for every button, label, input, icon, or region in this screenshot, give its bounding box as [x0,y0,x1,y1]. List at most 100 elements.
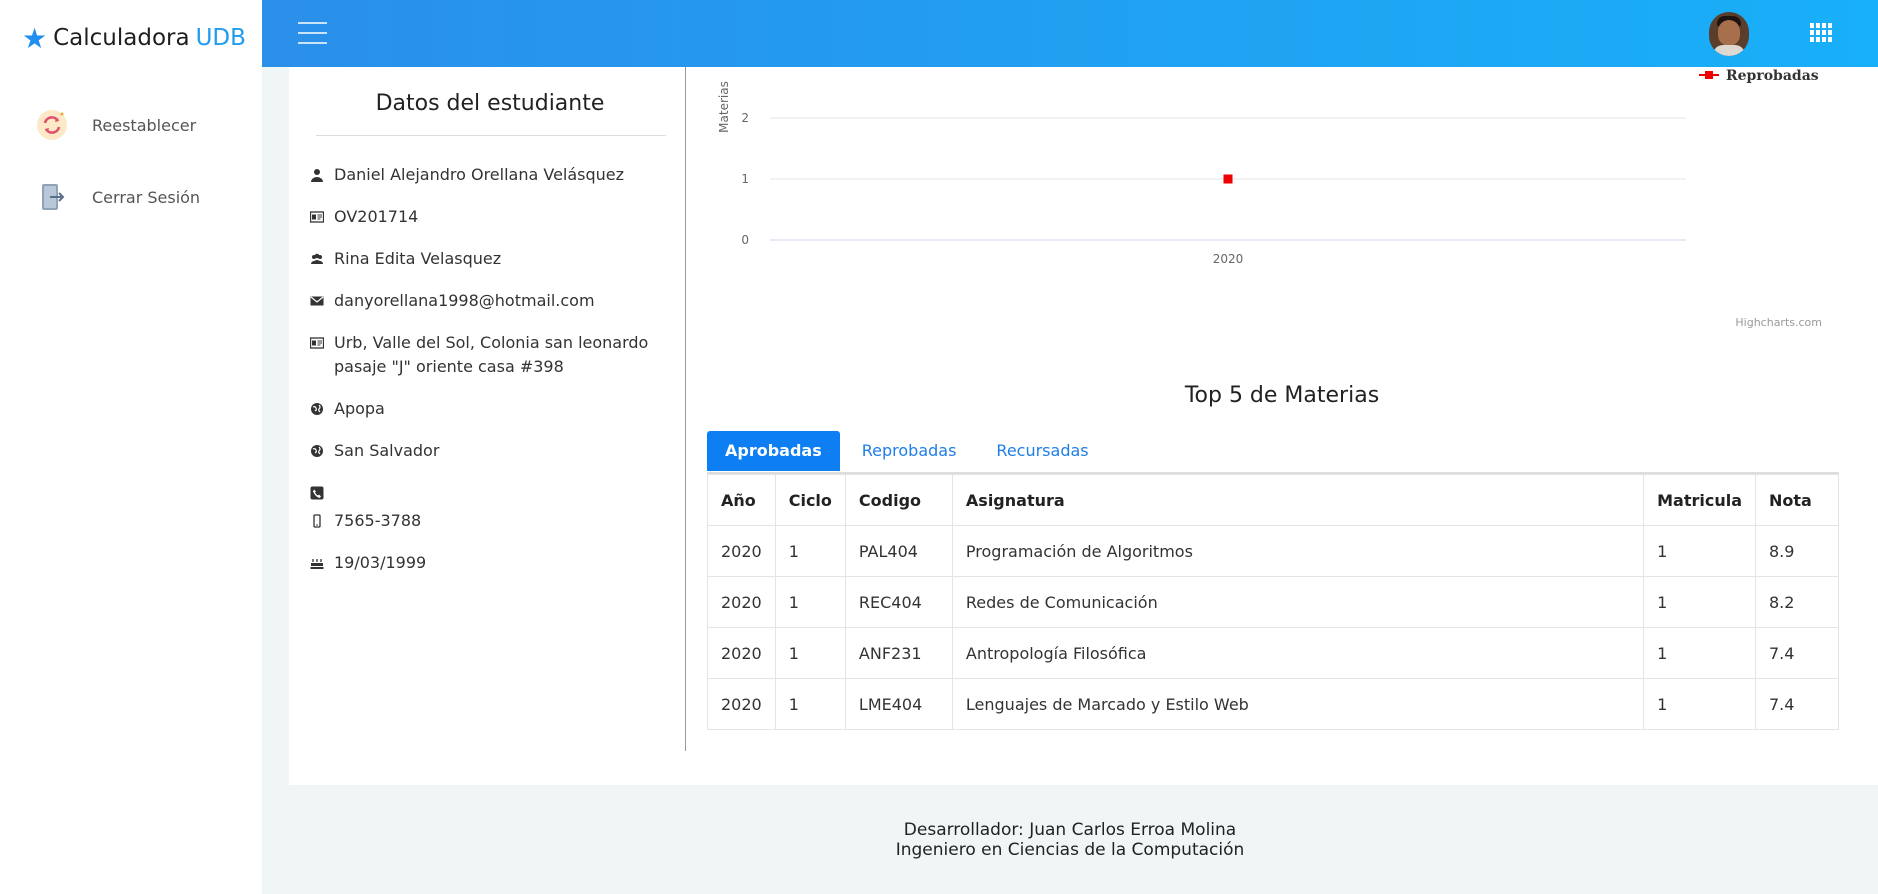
table-cell: Lenguajes de Marcado y Estilo Web [951,678,1645,730]
y-tick-label: 2 [741,111,749,125]
column-header: Año [707,474,776,526]
top5-tabs: Aprobadas Reprobadas Recursadas [707,431,1111,471]
student-carnet: OV201714 [334,207,419,226]
student-birthdate-row: 19/03/1999 [308,551,426,575]
user-avatar[interactable] [1709,12,1749,56]
table-cell: ANF231 [844,627,953,679]
table-cell: 1 [1643,525,1756,577]
table-cell: Antropología Filosófica [951,627,1645,679]
phone-square-icon [308,481,326,505]
student-municipality-row: Apopa [308,397,385,421]
table-cell: 2020 [707,627,776,679]
footer-developer: Desarrollador: Juan Carlos Erroa Molina [903,820,1237,840]
table-cell: 2020 [707,576,776,628]
table-row: 2020 1 LME404 Lenguajes de Marcado y Est… [707,678,1839,730]
birthday-cake-icon [308,551,326,575]
table-cell: LME404 [844,678,953,730]
brand-suffix: UDB [195,25,246,51]
y-axis-label: Materias [717,81,731,133]
table-cell: Programación de Algoritmos [951,525,1645,577]
sidebar-item-label: Reestablecer [92,115,197,135]
table-cell: 2020 [707,678,776,730]
legend-label: Reprobadas [1726,68,1819,84]
student-panel: Datos del estudiante Daniel Alejandro Or… [289,67,686,751]
tab-recursadas[interactable]: Recursadas [978,431,1106,471]
sidebar-item-reestablecer[interactable]: Reestablecer [36,109,196,141]
y-tick-label: 0 [741,233,749,247]
student-name: Daniel Alejandro Orellana Velásquez [334,165,625,184]
table-cell: 8.2 [1755,576,1839,628]
student-email-row: danyorellana1998@hotmail.com [308,289,595,313]
column-header: Codigo [844,474,953,526]
student-mobile: 7565-3788 [334,511,422,530]
mobile-icon [308,509,326,533]
users-icon [308,247,326,271]
top5-title: Top 5 de Materias [1184,383,1380,408]
table-row: 2020 1 REC404 Redes de Comunicación 1 8.… [707,576,1839,628]
top-header [262,0,1878,67]
table-cell: 1 [774,525,846,577]
table-cell: REC404 [844,576,953,628]
table-cell: 1 [774,678,846,730]
table-cell: 7.4 [1755,678,1839,730]
table-cell: 1 [1643,678,1756,730]
student-address: Urb, Valle del Sol, Colonia san leonardo… [334,331,648,379]
brand-logo[interactable]: ★ Calculadora UDB [22,20,246,56]
table-cell: 1 [1643,576,1756,628]
student-department: San Salvador [334,441,440,460]
reset-icon [37,110,67,140]
apps-grid-icon[interactable] [1810,23,1832,43]
logout-icon [42,184,65,210]
table-row: 2020 1 PAL404 Programación de Algoritmos… [707,525,1839,577]
table-cell: 2020 [707,525,776,577]
address-line-1: Urb, Valle del Sol, Colonia san leonardo [334,333,649,352]
star-icon: ★ [22,21,48,55]
table-cell: PAL404 [844,525,953,577]
x-tick-label: 2020 [1213,252,1244,266]
chart-svg: 0123Materias2020Reprobadas [717,50,1819,266]
hamburger-icon[interactable] [298,22,327,44]
tab-reprobadas[interactable]: Reprobadas [844,431,975,471]
student-guardian: Rina Edita Velasquez [334,249,502,268]
column-header: Matricula [1643,474,1756,526]
address-card-icon [308,331,326,355]
student-department-row: San Salvador [308,439,439,463]
column-header: Nota [1755,474,1839,526]
student-guardian-row: Rina Edita Velasquez [308,247,501,271]
student-birthdate: 19/03/1999 [334,553,427,572]
table-header-row: Año Ciclo Codigo Asignatura Matricula No… [707,474,1839,526]
student-carnet-row: OV201714 [308,205,418,229]
brand-name: Calculadora [53,25,190,51]
main-card: Datos del estudiante Daniel Alejandro Or… [289,50,1878,785]
legend-marker [1705,71,1713,79]
column-header: Ciclo [774,474,846,526]
chart-credit[interactable]: Highcharts.com [1735,316,1822,329]
divider [316,135,666,136]
table-cell: 1 [774,576,846,628]
data-point [1223,174,1233,184]
y-tick-label: 1 [741,172,749,186]
sidebar: ★ Calculadora UDB Reestablecer Cerrar Se… [0,0,262,894]
table-cell: 8.9 [1755,525,1839,577]
sidebar-item-cerrar-sesion[interactable]: Cerrar Sesión [36,181,200,213]
student-municipality: Apopa [334,399,385,418]
globe-icon [308,439,326,463]
table-cell: 1 [1643,627,1756,679]
tab-aprobadas[interactable]: Aprobadas [707,431,840,471]
column-header: Asignatura [951,474,1645,526]
globe-icon [308,397,326,421]
student-address-row: Urb, Valle del Sol, Colonia san leonardo… [308,331,648,379]
section-title: Datos del estudiante [375,91,605,116]
student-mobile-row: 7565-3788 [308,509,421,533]
student-phone-row [308,481,334,505]
footer: Desarrollador: Juan Carlos Erroa Molina … [262,820,1878,860]
footer-role: Ingeniero en Ciencias de la Computación [895,840,1245,860]
top5-table: Año Ciclo Codigo Asignatura Matricula No… [707,474,1839,730]
sidebar-item-label: Cerrar Sesión [92,187,201,207]
envelope-icon [308,289,326,313]
table-row: 2020 1 ANF231 Antropología Filosófica 1 … [707,627,1839,679]
address-line-2: pasaje "J" oriente casa #398 [334,357,564,376]
reprobadas-chart: 0123Materias2020Reprobadas Highcharts.co… [686,50,1878,342]
id-card-icon [308,205,326,229]
user-icon [308,163,326,187]
